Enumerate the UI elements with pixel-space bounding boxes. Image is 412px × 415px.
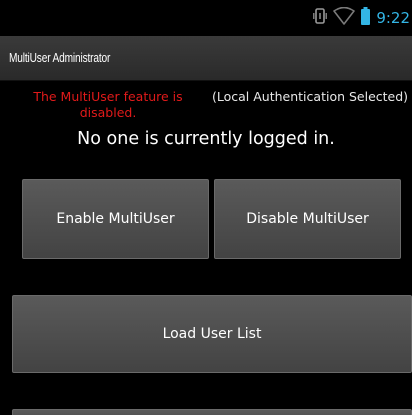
app-title: MultiUser Administrator [9,50,111,65]
login-status-message: No one is currently logged in. [77,129,335,149]
next-button-partial[interactable] [12,409,412,415]
vibrate-icon [313,7,328,29]
battery-icon [361,7,371,29]
disable-multiuser-label: Disable MultiUser [246,211,369,227]
wifi-icon [333,6,356,29]
feature-status-message: The MultiUser feature is disabled. [33,89,183,120]
enable-multiuser-button[interactable]: Enable MultiUser [22,179,209,259]
load-user-list-button[interactable]: Load User List [12,295,412,373]
load-user-list-label: Load User List [162,326,262,342]
status-icons: 9:22 [313,0,412,36]
status-bar: 9:22 [0,0,412,36]
screen: 9:22 MultiUser Administrator The MultiUs… [0,0,412,415]
auth-mode-message: (Local Authentication Selected) [212,89,409,104]
enable-multiuser-label: Enable MultiUser [56,211,175,227]
title-bar: MultiUser Administrator [0,36,412,81]
status-clock: 9:22 [376,9,410,27]
disable-multiuser-button[interactable]: Disable MultiUser [214,179,401,259]
